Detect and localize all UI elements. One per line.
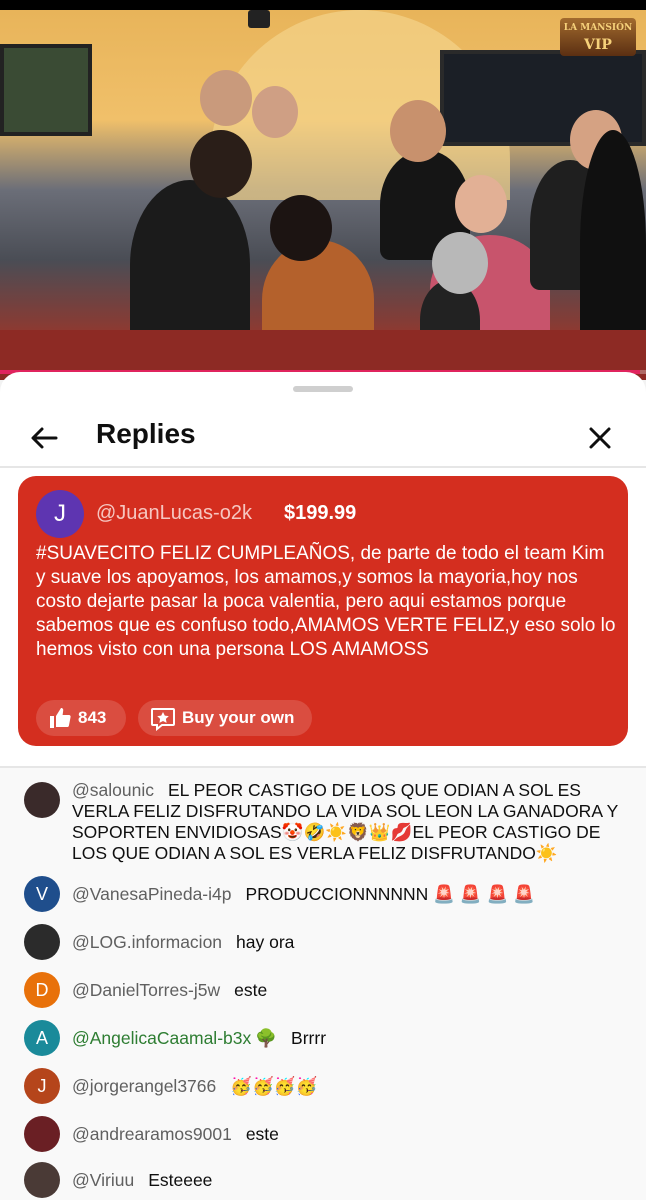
like-button[interactable]: 843 — [36, 700, 126, 736]
chat-message-text: @salounic EL PEOR CASTIGO DE LOS QUE ODIA… — [72, 780, 624, 864]
buy-your-own-label: Buy your own — [182, 708, 295, 727]
logo-text-top: LA MANSIÓN — [563, 23, 633, 33]
chat-message-body: este — [234, 980, 268, 1000]
avatar[interactable] — [24, 1116, 60, 1152]
video-person-head — [390, 100, 446, 162]
sheet-header: Replies — [0, 408, 646, 466]
video-background-camera — [248, 10, 270, 28]
chat-message-list[interactable]: @salounic EL PEOR CASTIGO DE LOS QUE ODIA… — [0, 768, 646, 1200]
chat-message-text: @Viriuu Esteeee — [72, 1170, 624, 1191]
video-person-head — [190, 130, 252, 198]
chat-message-text: @DanielTorres-j5w este — [72, 980, 624, 1001]
super-chat-amount: $199.99 — [284, 502, 357, 524]
chat-message-text: @LOG.informacion hay ora — [72, 932, 624, 953]
super-chat-message: #SUAVECITO FELIZ CUMPLEAÑOS, de parte de… — [36, 543, 616, 660]
close-icon — [589, 427, 611, 449]
video-person-head — [432, 232, 488, 294]
live-chat-replies-screen: LA MANSIÓN VIP Replies J @JuanLucas-o2k … — [0, 0, 646, 1200]
video-person-head — [270, 195, 332, 261]
avatar[interactable] — [24, 1162, 60, 1198]
chat-message-body: PRODUCCIONNNNNN 🚨 🚨 🚨 🚨 — [245, 884, 535, 904]
chat-username[interactable]: @AngelicaCaamal-b3x — [72, 1028, 251, 1048]
video-person-head — [200, 70, 252, 126]
channel-logo: LA MANSIÓN VIP — [560, 18, 636, 56]
avatar[interactable]: J — [36, 490, 84, 538]
member-badge-icon: 🌳 — [255, 1029, 278, 1049]
chat-message-body: Esteeee — [148, 1170, 213, 1190]
video-person — [580, 130, 646, 360]
chat-username[interactable]: @jorgerangel3766 — [72, 1076, 216, 1096]
video-player[interactable]: LA MANSIÓN VIP — [0, 0, 646, 380]
video-person-head — [455, 175, 507, 233]
chat-message-body: 🥳🥳🥳🥳 — [230, 1076, 318, 1096]
chat-message-body: hay ora — [236, 932, 295, 952]
avatar[interactable]: D — [24, 972, 60, 1008]
chat-message-text: @jorgerangel3766 🥳🥳🥳🥳 — [72, 1076, 624, 1097]
chat-message-body: Brrrr — [291, 1028, 327, 1048]
header-divider — [0, 466, 646, 468]
video-background-screen-left — [0, 44, 92, 136]
chat-username[interactable]: @LOG.informacion — [72, 932, 222, 952]
video-person-head — [252, 86, 298, 138]
status-bar — [0, 0, 646, 10]
chat-message-text: @AngelicaCaamal-b3x 🌳 Brrrr — [72, 1028, 624, 1050]
avatar[interactable] — [24, 782, 60, 818]
chat-message-text: @andrearamos9001 este — [72, 1124, 624, 1145]
logo-text-bottom: VIP — [584, 37, 612, 53]
avatar[interactable]: A — [24, 1020, 60, 1056]
replies-sheet: Replies J @JuanLucas-o2k $199.99 #SUAVEC… — [0, 372, 646, 1200]
back-button[interactable] — [26, 420, 62, 456]
super-chat-icon — [151, 708, 175, 731]
chat-username[interactable]: @Viriuu — [72, 1170, 134, 1190]
avatar[interactable] — [24, 924, 60, 960]
like-count: 843 — [78, 708, 107, 727]
chat-username[interactable]: @VanesaPineda-i4p — [72, 884, 232, 904]
chat-username[interactable]: @andrearamos9001 — [72, 1124, 232, 1144]
avatar[interactable]: J — [24, 1068, 60, 1104]
chat-username[interactable]: @salounic — [72, 780, 154, 800]
chat-message-text: @VanesaPineda-i4p PRODUCCIONNNNNN 🚨 🚨 🚨 🚨 — [72, 884, 624, 905]
arrow-left-icon — [31, 427, 58, 449]
chat-message-body: este — [245, 1124, 279, 1144]
super-chat-card: J @JuanLucas-o2k $199.99 #SUAVECITO FELI… — [18, 476, 628, 746]
video-person — [130, 180, 250, 350]
buy-your-own-button[interactable]: Buy your own — [138, 700, 312, 736]
avatar[interactable]: V — [24, 876, 60, 912]
sheet-drag-handle[interactable] — [293, 386, 353, 392]
thumbs-up-icon — [50, 708, 71, 728]
page-title: Replies — [96, 418, 196, 449]
super-chat-username[interactable]: @JuanLucas-o2k — [96, 502, 252, 525]
close-button[interactable] — [582, 420, 618, 456]
chat-username[interactable]: @DanielTorres-j5w — [72, 980, 220, 1000]
